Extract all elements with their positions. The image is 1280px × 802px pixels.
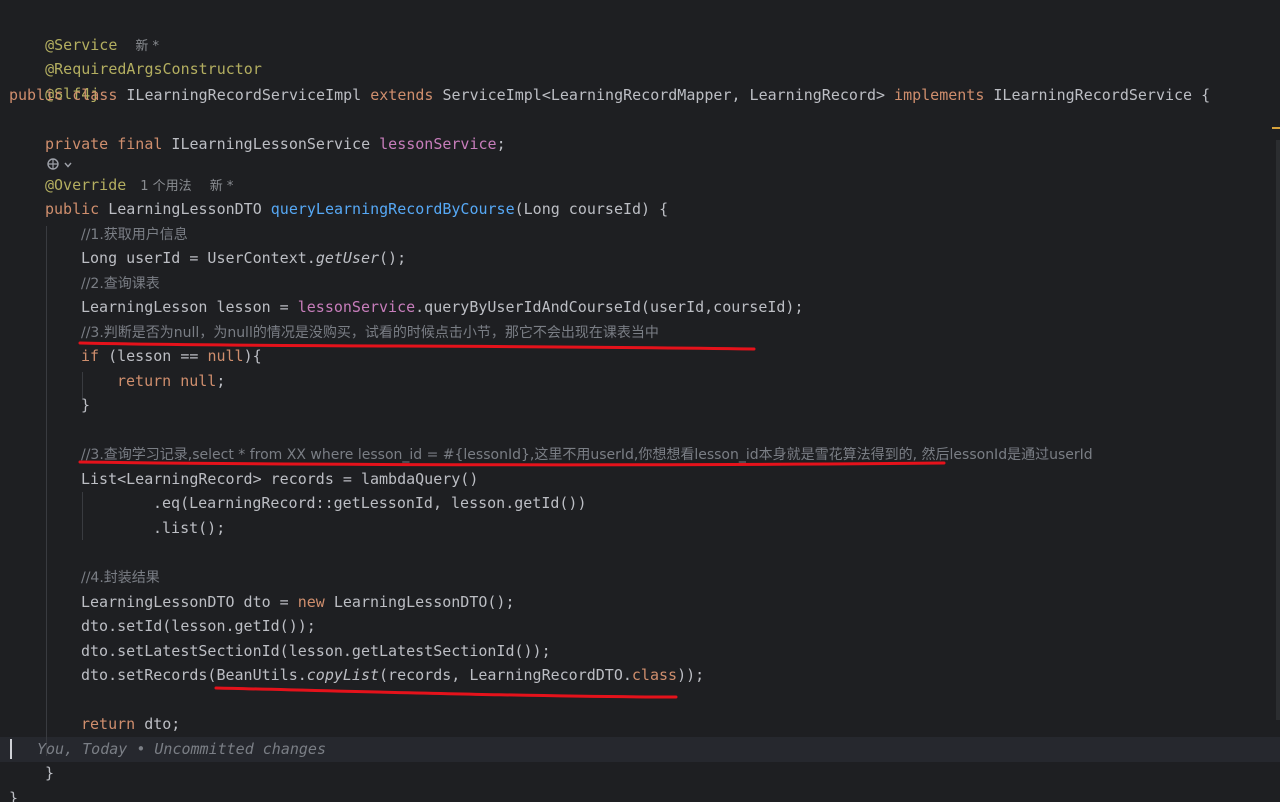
red-underline-mark bbox=[78, 460, 946, 467]
red-underline-mark bbox=[78, 341, 756, 351]
handwritten-underline-annotations bbox=[78, 341, 946, 699]
red-underline-mark bbox=[214, 686, 678, 699]
code-editor[interactable]: @Service 新 * @RequiredArgsConstructor @Sl… bbox=[0, 0, 1280, 802]
